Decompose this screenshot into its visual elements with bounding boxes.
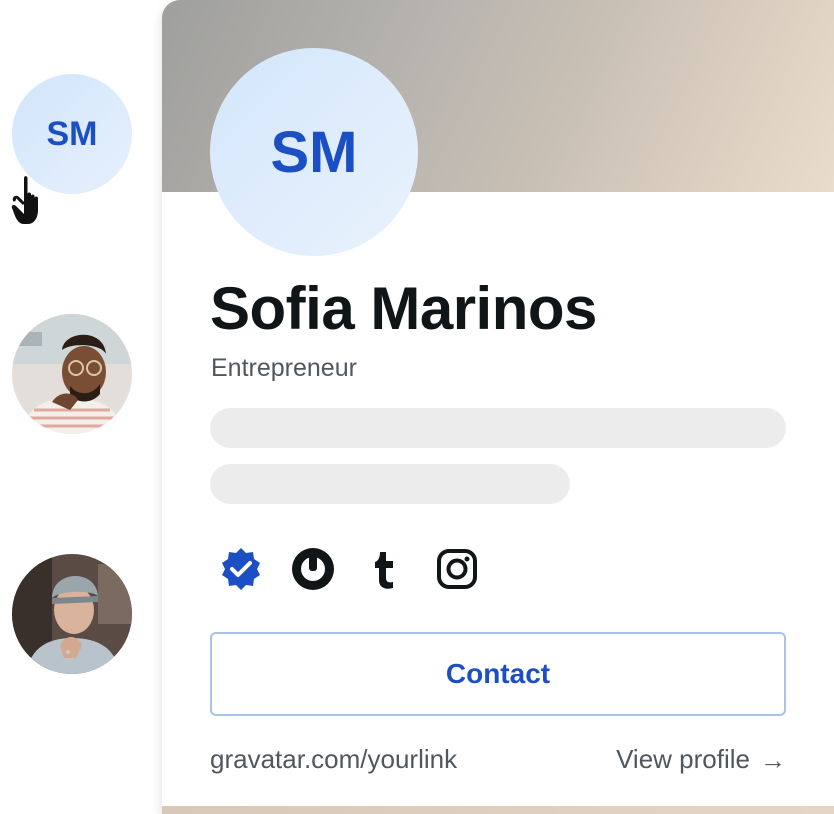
profile-url[interactable]: gravatar.com/yourlink: [210, 744, 457, 775]
profile-avatar-initials: SM: [210, 48, 418, 256]
profile-job-title: Entrepreneur: [211, 354, 357, 382]
view-profile-link[interactable]: View profile →: [616, 744, 786, 775]
verified-badge-icon[interactable]: [218, 546, 264, 592]
skeleton-bio-line: [210, 464, 570, 504]
profile-demo: SM SM Sofia Marinos Entrepreneur Contact…: [0, 0, 834, 814]
card-bottom-edge: [162, 806, 834, 814]
avatar-photo-man-glasses[interactable]: [12, 314, 132, 434]
profile-name: Sofia Marinos: [210, 275, 597, 342]
tumblr-icon[interactable]: [362, 546, 408, 592]
portrait-image: [12, 314, 132, 434]
portrait-image: [12, 554, 132, 674]
arrow-right-icon: →: [760, 744, 786, 775]
avatar-photo-man-beanie[interactable]: [12, 554, 132, 674]
gravatar-icon[interactable]: [290, 546, 336, 592]
profile-initials-text: SM: [270, 119, 358, 185]
view-profile-label: View profile: [616, 744, 750, 774]
hand-pointer-cursor-icon: [11, 176, 38, 224]
contact-button[interactable]: Contact: [210, 632, 786, 716]
profile-card: SM Sofia Marinos Entrepreneur Contact gr…: [162, 0, 834, 814]
instagram-icon[interactable]: [434, 546, 480, 592]
skeleton-bio-line: [210, 408, 786, 448]
avatar-initials-text: SM: [46, 114, 98, 153]
